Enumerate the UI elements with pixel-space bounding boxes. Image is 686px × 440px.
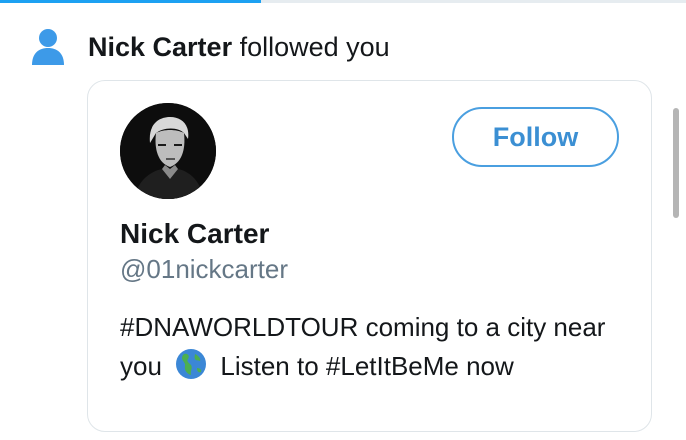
profile-bio: #DNAWORLDTOUR coming to a city near you …: [120, 308, 630, 386]
notification-user-name[interactable]: Nick Carter: [88, 32, 232, 62]
notification-action: followed you: [239, 32, 390, 62]
scrollbar[interactable]: [671, 8, 679, 434]
avatar[interactable]: [120, 103, 216, 199]
notification-text: Nick Carter followed you: [88, 24, 390, 70]
follow-notification[interactable]: Nick Carter followed you: [28, 24, 390, 70]
loading-progress-bar: [0, 0, 261, 3]
profile-card[interactable]: Follow Nick Carter @01nickcarter #DNAWOR…: [87, 80, 652, 432]
globe-icon: [175, 348, 207, 380]
bio-text-part2: Listen to #LetItBeMe now: [220, 351, 514, 381]
person-icon: [28, 27, 68, 67]
profile-handle[interactable]: @01nickcarter: [120, 253, 288, 285]
follow-button[interactable]: Follow: [452, 107, 619, 167]
scrollbar-thumb[interactable]: [673, 108, 679, 218]
profile-display-name[interactable]: Nick Carter: [120, 217, 269, 251]
